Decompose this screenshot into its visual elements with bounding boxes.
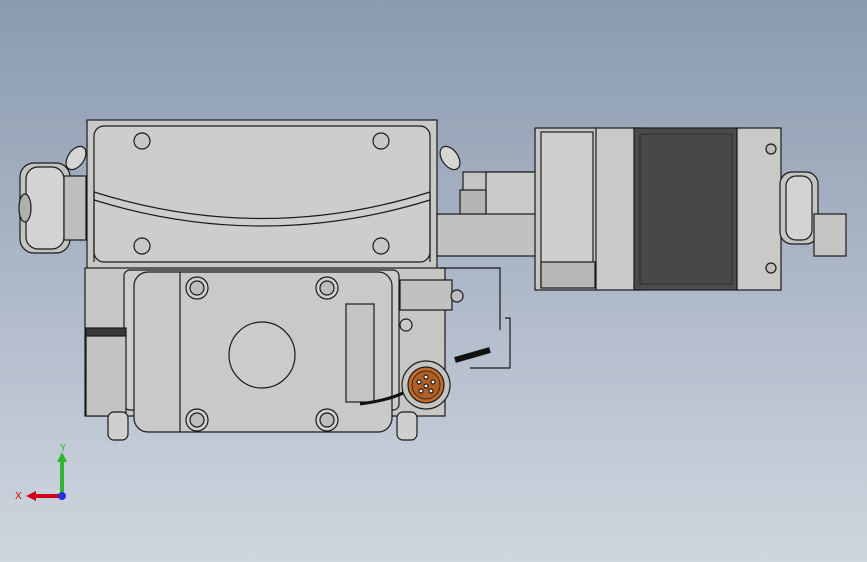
hole-top-left xyxy=(133,132,151,150)
x-axis-arrow xyxy=(26,491,36,501)
drive-shaft xyxy=(436,171,546,257)
cad-viewport[interactable]: Y X xyxy=(0,0,867,562)
hole-bottom-right xyxy=(372,237,390,255)
x-axis-label: X xyxy=(15,491,22,502)
hole-top-right xyxy=(372,132,390,150)
lower-housing xyxy=(84,267,511,441)
orientation-triad[interactable]: Y X xyxy=(14,438,84,508)
y-axis-label: Y xyxy=(59,443,67,454)
carriage-block xyxy=(65,119,461,271)
left-roller xyxy=(18,162,87,254)
right-roller xyxy=(779,171,847,257)
hole-bottom-left xyxy=(133,237,151,255)
cad-model-front-view[interactable] xyxy=(0,0,867,562)
z-axis-dot xyxy=(58,492,66,500)
stepper-motor xyxy=(534,127,782,291)
